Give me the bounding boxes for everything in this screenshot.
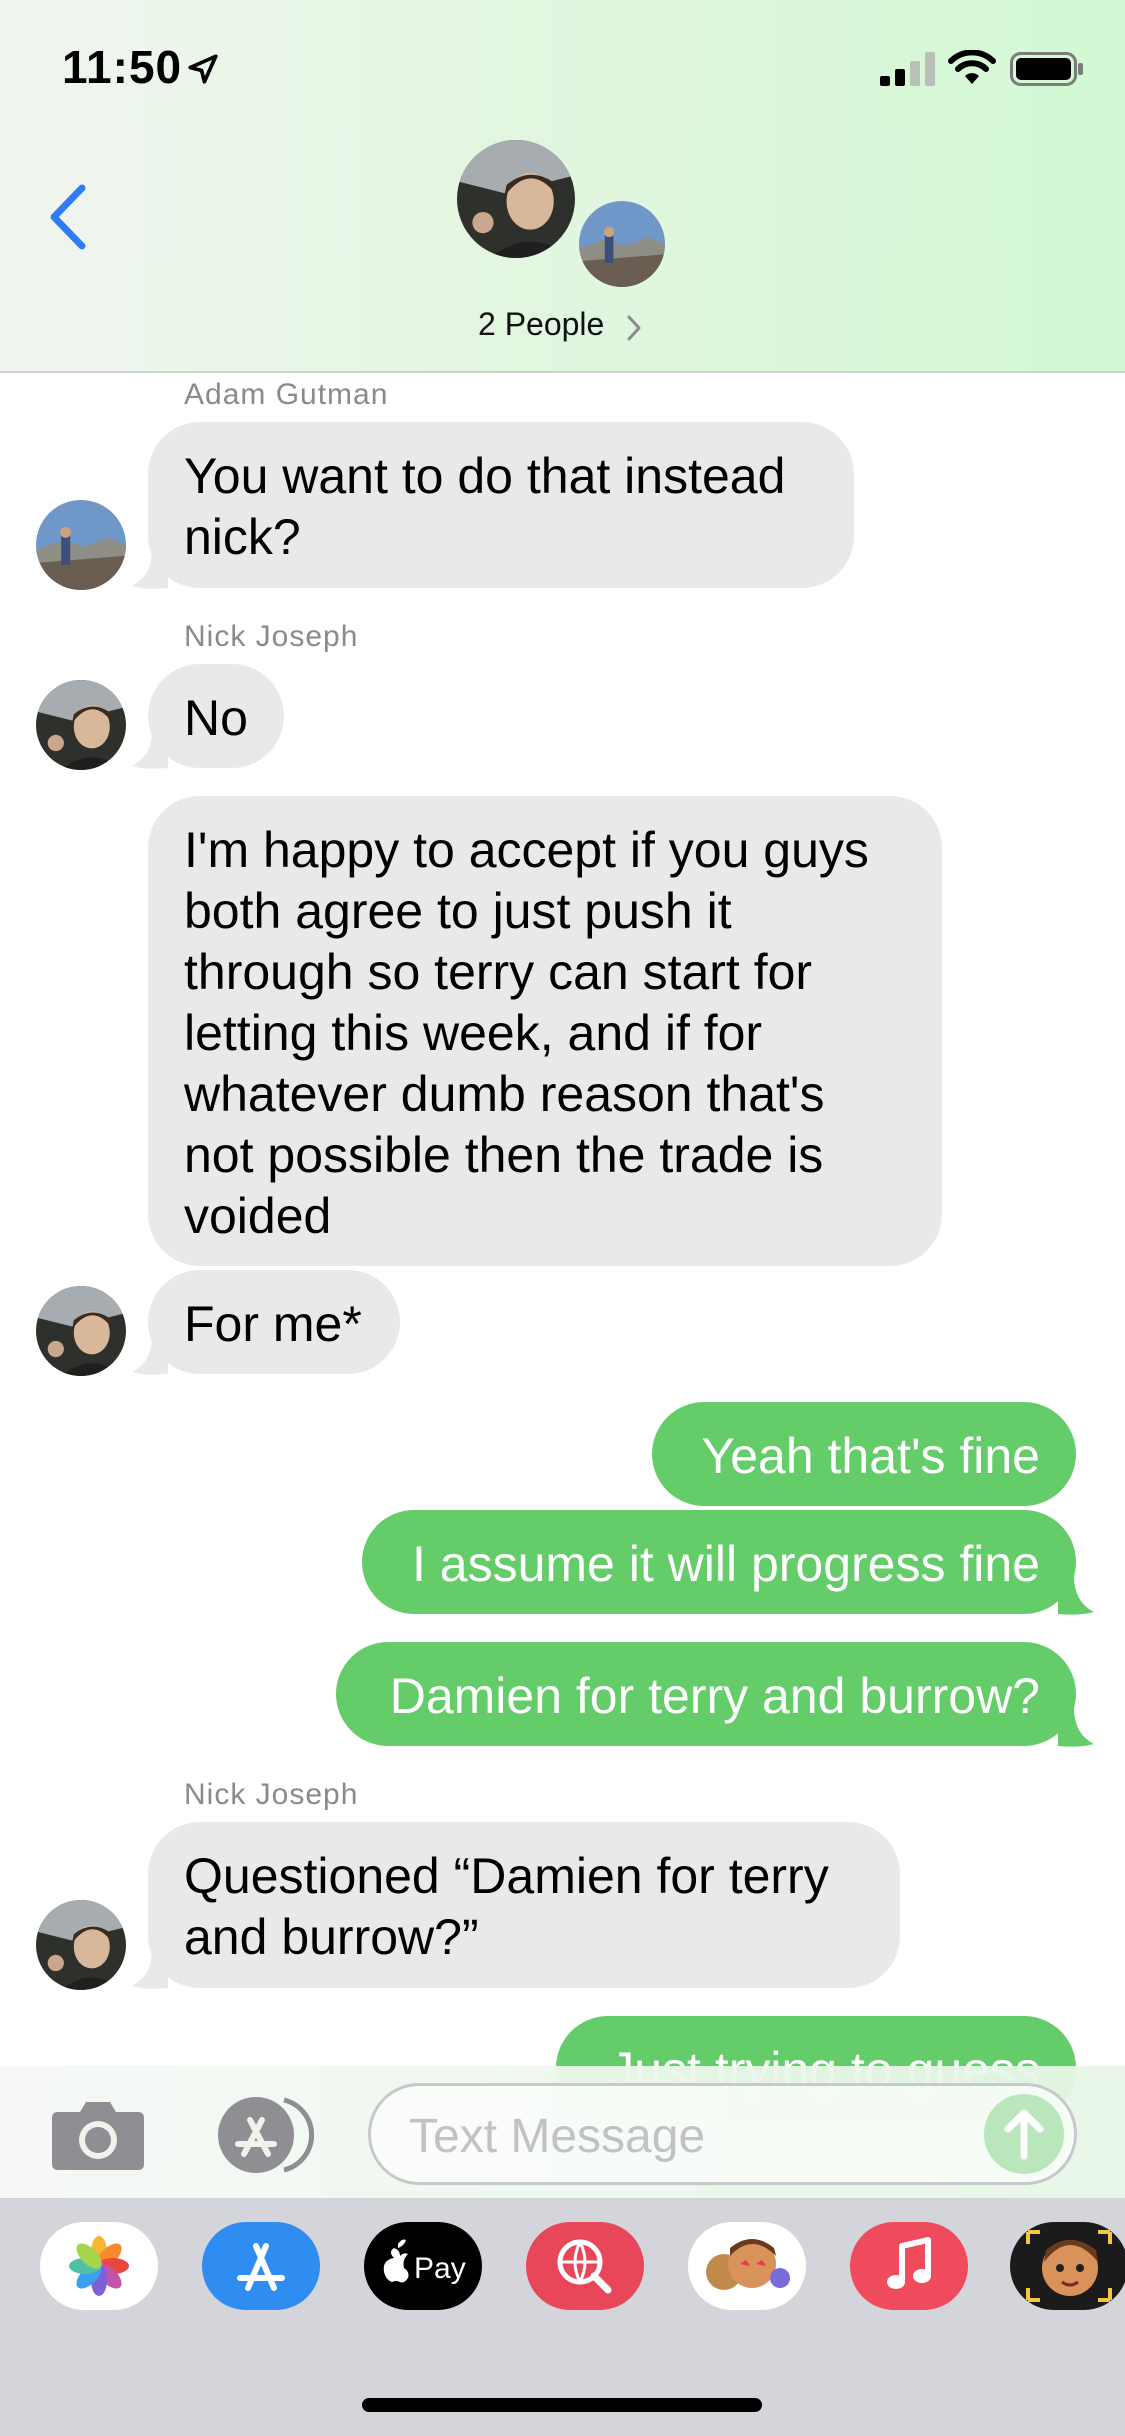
cellular-signal-icon <box>880 52 935 86</box>
outgoing-message[interactable]: Yeah that's fine <box>652 1402 1076 1506</box>
home-indicator[interactable] <box>362 2398 762 2412</box>
bubble-tail <box>132 1950 168 1989</box>
sender-name: Adam Gutman <box>184 378 389 411</box>
incoming-message[interactable]: I'm happy to accept if you guys both agr… <box>148 796 942 1266</box>
photos-icon[interactable] <box>40 2222 158 2310</box>
sender-name: Nick Joseph <box>184 620 359 653</box>
message-input[interactable] <box>409 2106 969 2166</box>
arrow-up-icon <box>1004 2109 1044 2160</box>
sender-name: Nick Joseph <box>184 1778 359 1811</box>
group-avatar-adam[interactable] <box>576 198 668 290</box>
outgoing-message[interactable]: I assume it will progress fine <box>362 1510 1076 1614</box>
avatar-nick[interactable] <box>36 1286 126 1376</box>
avatar-nick[interactable] <box>36 1900 126 1990</box>
avatar-nick[interactable] <box>36 680 126 770</box>
bubble-tail <box>132 730 168 769</box>
bubble-tail <box>1058 1708 1094 1747</box>
memoji-icon[interactable] <box>1010 2222 1125 2310</box>
incoming-message[interactable]: Questioned “Damien for terry and burrow?… <box>148 1822 900 1988</box>
battery-icon <box>1010 52 1083 86</box>
back-chevron-icon[interactable] <box>44 180 94 254</box>
message-text-field[interactable] <box>368 2083 1077 2185</box>
camera-icon[interactable] <box>50 2096 146 2172</box>
apple-pay-icon[interactable]: Pay <box>364 2222 482 2310</box>
svg-text:Pay: Pay <box>414 2252 466 2285</box>
bubble-tail <box>132 1336 168 1375</box>
send-button[interactable] <box>984 2094 1064 2174</box>
app-store-icon[interactable] <box>202 2222 320 2310</box>
people-count-label[interactable]: 2 People <box>478 306 604 343</box>
location-arrow-icon <box>188 54 218 84</box>
group-avatar-nick[interactable] <box>457 140 575 258</box>
bubble-tail <box>132 550 168 589</box>
web-images-icon[interactable] <box>526 2222 644 2310</box>
status-time: 11:50 <box>62 41 183 93</box>
music-icon[interactable] <box>850 2222 968 2310</box>
wifi-icon <box>948 50 996 84</box>
incoming-message[interactable]: For me* <box>148 1270 400 1374</box>
outgoing-message[interactable]: Damien for terry and burrow? <box>336 1642 1076 1746</box>
incoming-message[interactable]: No <box>148 664 284 768</box>
bubble-tail <box>1058 1576 1094 1615</box>
app-store-drawer-icon[interactable] <box>208 2094 320 2176</box>
avatar-adam[interactable] <box>36 500 126 590</box>
memoji-stickers-icon[interactable] <box>688 2222 806 2310</box>
chevron-right-icon[interactable] <box>626 314 642 342</box>
incoming-message[interactable]: You want to do that instead nick? <box>148 422 854 588</box>
conversation-header: 11:50 2 People <box>0 0 1125 373</box>
